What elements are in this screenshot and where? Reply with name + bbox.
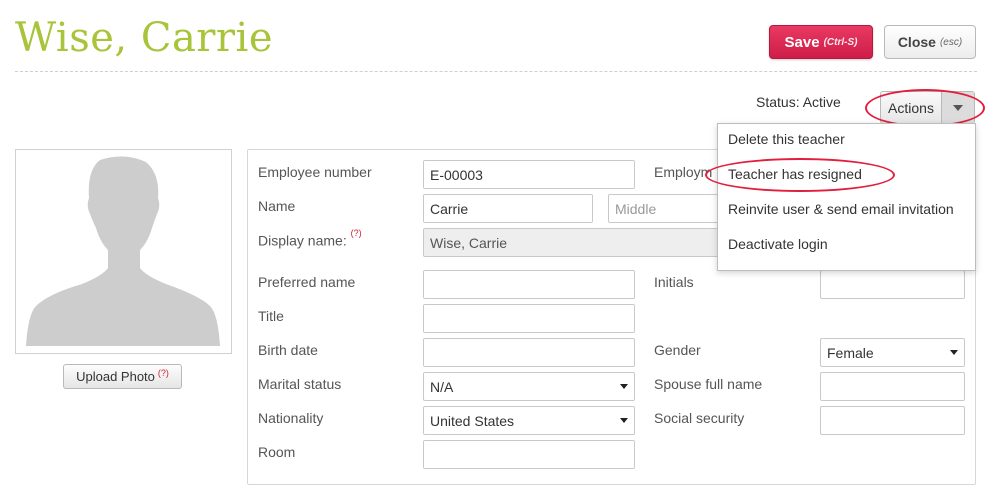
initials-input[interactable] [820,270,965,299]
nationality-select[interactable]: United States [423,406,635,435]
menu-item-reinvite-user[interactable]: Reinvite user & send email invitation [728,201,954,217]
marital-status-value: N/A [430,378,454,395]
display-name-label: Display name: (?) [258,228,362,249]
upload-photo-label: Upload Photo [76,369,155,384]
display-name-label-text: Display name: [258,232,347,249]
display-name-help[interactable]: (?) [351,228,362,238]
highlight-ellipse-actions [865,89,985,127]
room-label: Room [258,444,296,460]
chevron-down-icon [620,384,628,389]
spouse-full-name-input[interactable] [820,372,965,401]
actions-menu: Delete this teacher Teacher has resigned… [717,123,976,271]
chevron-down-icon [950,350,958,355]
middle-name-input[interactable]: Middle [608,194,728,223]
marital-status-label: Marital status [258,376,342,392]
first-name-input[interactable]: Carrie [423,194,593,223]
gender-label: Gender [654,342,701,358]
status-text: Status: Active [756,94,841,110]
employment-label: Employm [654,164,713,180]
title-input[interactable] [423,304,635,333]
save-shortcut-hint: (Ctrl-S) [823,36,858,48]
preferred-name-input[interactable] [423,270,635,299]
employee-number-input[interactable]: E-00003 [423,160,635,189]
social-security-input[interactable] [820,406,965,435]
social-security-label: Social security [654,410,745,426]
gender-value: Female [827,344,874,361]
close-button[interactable]: Close (esc) [884,25,976,59]
nationality-label: Nationality [258,410,324,426]
chevron-down-icon [620,418,628,423]
title-label: Title [258,308,284,324]
menu-item-deactivate-login[interactable]: Deactivate login [728,236,828,252]
nationality-value: United States [430,412,515,429]
highlight-ellipse-resigned [705,158,895,192]
save-button-label: Save [784,33,820,51]
page-title: Wise, Carrie [15,15,273,61]
birth-date-input[interactable] [423,338,635,367]
employee-number-label: Employee number [258,164,372,180]
marital-status-select[interactable]: N/A [423,372,635,401]
photo-frame [15,149,232,354]
display-name-input[interactable]: Wise, Carrie [423,228,723,257]
close-button-label: Close [897,34,936,50]
preferred-name-label: Preferred name [258,274,356,290]
save-button[interactable]: Save (Ctrl-S) [769,25,873,59]
avatar-silhouette-icon [26,156,220,346]
room-input[interactable] [423,440,635,469]
spouse-full-name-label: Spouse full name [654,376,763,392]
birth-date-label: Birth date [258,342,318,358]
name-label: Name [258,198,296,214]
close-shortcut-hint: (esc) [939,36,963,48]
title-divider [15,71,977,72]
initials-label: Initials [654,274,694,290]
gender-select[interactable]: Female [820,338,965,367]
upload-photo-help[interactable]: (?) [158,368,169,378]
upload-photo-button[interactable]: Upload Photo (?) [63,364,182,389]
menu-item-delete-teacher[interactable]: Delete this teacher [728,131,845,147]
